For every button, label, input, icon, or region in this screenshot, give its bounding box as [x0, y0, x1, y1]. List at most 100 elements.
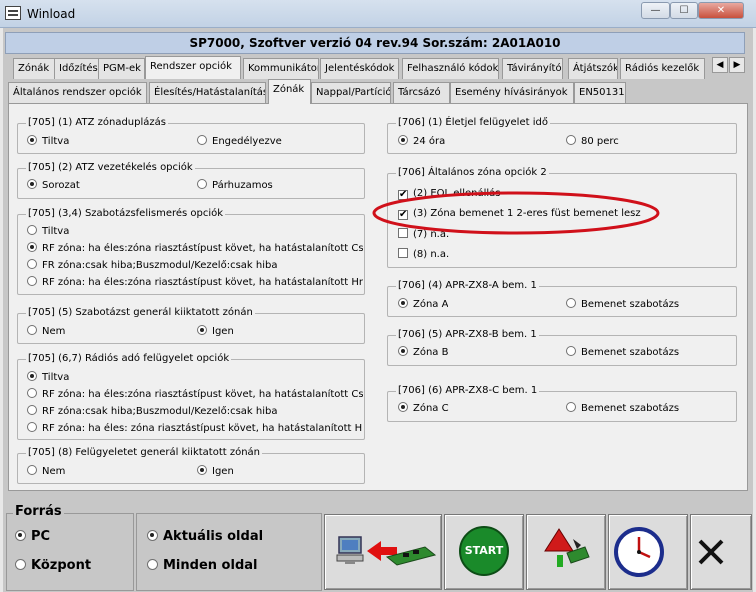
radio-icon	[15, 530, 26, 541]
tab-sub-1[interactable]: Élesítés/Hatástalanítás	[149, 82, 266, 103]
page-group	[136, 513, 322, 591]
radio-apr-c-tamper[interactable]: Bemenet szabotázs	[566, 402, 679, 415]
radio-icon	[197, 465, 207, 475]
tab-sub-0[interactable]: Általános rendszer opciók	[8, 82, 147, 103]
radio-apr-c-zone[interactable]: Zóna C	[398, 402, 449, 415]
tab-scroll-left-button[interactable]: ◀	[712, 57, 728, 73]
tab-sub-5[interactable]: Esemény hívásirányok	[450, 82, 574, 103]
radio-icon	[27, 325, 37, 335]
compare-button[interactable]	[526, 514, 606, 590]
group-title: [706] (1) Életjel felügyelet idő	[396, 117, 550, 128]
checkbox-na-8[interactable]: (8) n.a.	[398, 248, 449, 261]
start-label: START	[464, 544, 504, 557]
radio-icon	[566, 346, 576, 356]
tab-sub-6[interactable]: EN50131	[574, 82, 626, 103]
radio-icon	[27, 422, 37, 432]
radio-icon	[27, 388, 37, 398]
radio-atz-enabled[interactable]: Engedélyezve	[197, 135, 282, 148]
radio-wiring-parallel[interactable]: Párhuzamos	[197, 179, 273, 192]
arrow-right-icon: ▶	[733, 60, 741, 70]
radio-icon	[27, 371, 37, 381]
tab-main-9[interactable]: Rádiós kezelők	[620, 58, 705, 79]
tab-main-1[interactable]: Időzítés	[54, 58, 99, 79]
radio-tamper-3[interactable]: RF zóna: ha éles:zóna riasztástípust köv…	[27, 276, 363, 289]
tab-sub-2[interactable]: Zónák	[268, 79, 311, 104]
radio-icon	[27, 225, 37, 235]
tab-main-2[interactable]: PGM-ek	[98, 58, 145, 79]
tab-sub-3[interactable]: Nappal/Partíció	[311, 82, 391, 103]
maximize-button[interactable]: ☐	[670, 2, 698, 19]
radio-tamper-bypass-yes[interactable]: Igen	[197, 325, 234, 338]
tab-main-4[interactable]: Kommunikátor	[243, 58, 319, 79]
radio-tamper-1[interactable]: RF zóna: ha éles:zóna riasztástípust köv…	[27, 242, 363, 255]
radio-source-central[interactable]: Központ	[15, 558, 91, 573]
radio-current-page[interactable]: Aktuális oldal	[147, 529, 263, 544]
radio-icon	[27, 405, 37, 415]
radio-rf-0[interactable]: Tiltva	[27, 371, 363, 384]
radio-icon	[398, 346, 408, 356]
radio-atz-disabled[interactable]: Tiltva	[27, 135, 69, 148]
radio-icon	[147, 530, 158, 541]
radio-apr-a-tamper[interactable]: Bemenet szabotázs	[566, 298, 679, 311]
radio-apr-a-zone[interactable]: Zóna A	[398, 298, 448, 311]
radio-tamper-2[interactable]: FR zóna:csak hiba;Buszmodul/Kezelő:csak …	[27, 259, 363, 272]
tab-main-5[interactable]: Jelentéskódok	[320, 58, 399, 79]
radio-sup-bypass-no[interactable]: Nem	[27, 465, 65, 478]
radio-wiring-serial[interactable]: Sorozat	[27, 179, 80, 192]
radio-icon	[15, 559, 26, 570]
app-icon	[5, 6, 21, 20]
radio-all-pages[interactable]: Minden oldal	[147, 558, 257, 573]
radio-tamper-bypass-no[interactable]: Nem	[27, 325, 65, 338]
start-button[interactable]: START	[444, 514, 524, 590]
close-x-icon	[698, 539, 724, 565]
group-title: [705] (3,4) Szabotázsfelismerés opciók	[26, 208, 226, 219]
radio-tamper-0[interactable]: Tiltva	[27, 225, 363, 238]
tab-scroll-right-button[interactable]: ▶	[729, 57, 745, 73]
tab-main-0[interactable]: Zónák	[13, 58, 55, 79]
radio-icon	[147, 559, 158, 570]
tab-sub-4[interactable]: Tárcsázó	[393, 82, 450, 103]
group-title: [705] (2) ATZ vezetékelés opciók	[26, 162, 195, 173]
schedule-button[interactable]	[608, 514, 688, 590]
close-icon: ✕	[716, 5, 726, 16]
minimize-button[interactable]: —	[641, 2, 670, 19]
transfer-button[interactable]	[324, 514, 442, 590]
radio-apr-b-zone[interactable]: Zóna B	[398, 346, 448, 359]
group-title: [705] (6,7) Rádiós adó felügyelet opciók	[26, 353, 232, 364]
radio-rf-2[interactable]: RF zóna:csak hiba;Buszmodul/Kezelő:csak …	[27, 405, 363, 418]
radio-icon	[197, 179, 207, 189]
group-title: [705] (5) Szabotázst generál kiiktatott …	[26, 307, 255, 318]
radio-heartbeat-24h[interactable]: 24 óra	[398, 135, 445, 148]
tab-main-6[interactable]: Felhasználó kódok	[402, 58, 499, 79]
highlight-ellipse	[372, 191, 660, 235]
radio-sup-bypass-yes[interactable]: Igen	[197, 465, 234, 478]
close-window-button[interactable]: ✕	[698, 2, 744, 19]
radio-icon	[566, 135, 576, 145]
radio-icon	[566, 298, 576, 308]
group-title: [705] (1) ATZ zónaduplázás	[26, 117, 168, 128]
radio-icon	[398, 135, 408, 145]
source-title: Forrás	[13, 504, 64, 519]
tab-main-3[interactable]: Rendszer opciók	[145, 56, 241, 79]
radio-icon	[398, 402, 408, 412]
radio-apr-b-tamper[interactable]: Bemenet szabotázs	[566, 346, 679, 359]
window-title: Winload	[27, 7, 76, 21]
radio-source-pc[interactable]: PC	[15, 529, 50, 544]
group-title: [706] Általános zóna opciók 2	[396, 167, 549, 178]
radio-icon	[27, 276, 37, 286]
radio-rf-1[interactable]: RF zóna: ha éles:zóna riasztástípust köv…	[27, 388, 363, 401]
checkbox-icon	[398, 248, 408, 258]
close-button[interactable]	[690, 514, 752, 590]
tab-main-7[interactable]: Távirányító	[502, 58, 563, 79]
minimize-icon: —	[650, 5, 661, 16]
radio-heartbeat-80min[interactable]: 80 perc	[566, 135, 619, 148]
group-title: [706] (6) APR-ZX8-C bem. 1	[396, 385, 540, 396]
radio-icon	[566, 402, 576, 412]
radio-icon	[27, 242, 37, 252]
radio-rf-3[interactable]: RF zóna: ha éles: zóna riasztástípust kö…	[27, 422, 363, 435]
radio-icon	[27, 259, 37, 269]
tab-main-8[interactable]: Átjátszók	[568, 58, 618, 79]
radio-icon	[197, 325, 207, 335]
source-group	[6, 513, 134, 591]
compare-icon	[544, 528, 590, 567]
